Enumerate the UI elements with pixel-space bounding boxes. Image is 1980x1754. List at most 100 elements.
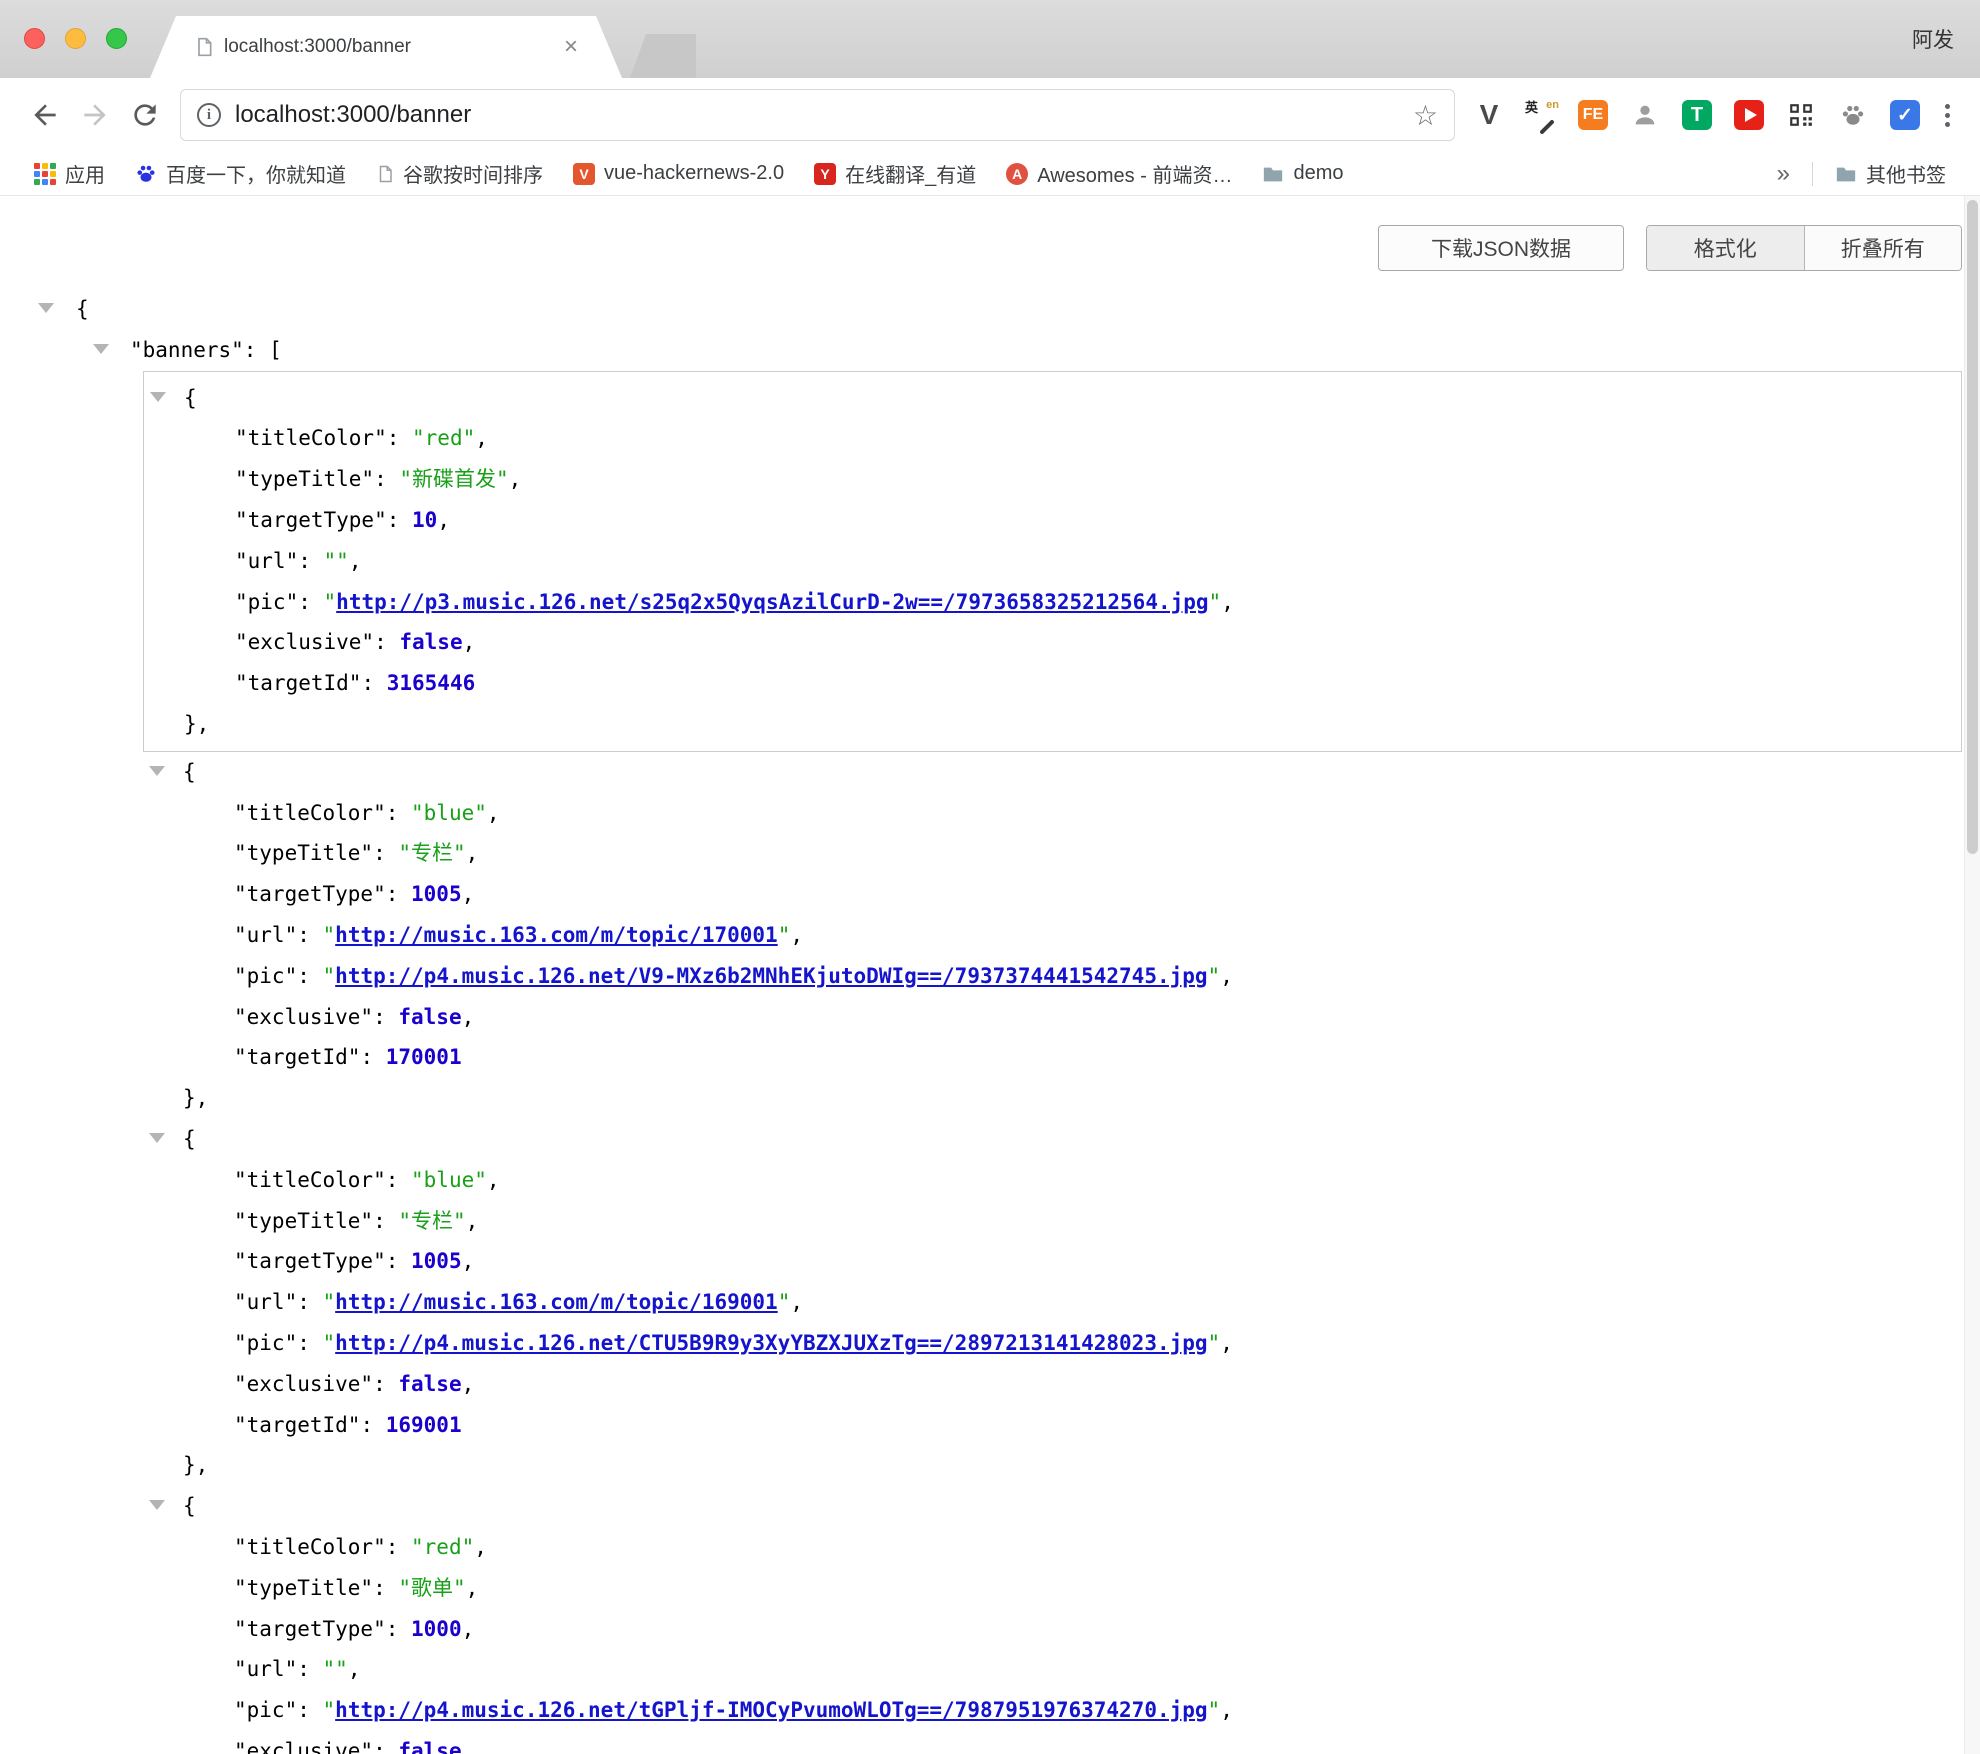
profile-name[interactable]: 阿发: [1912, 24, 1954, 54]
other-bookmarks-folder[interactable]: 其他书签: [1835, 159, 1946, 188]
json-line: "titleColor": "red",: [144, 418, 1961, 459]
browser-window: localhost:3000/banner × 阿发 i localhost:3…: [0, 0, 1980, 1754]
url-text[interactable]: localhost:3000/banner: [235, 101, 471, 129]
json-line: "pic": "http://p4.music.126.net/V9-MXz6b…: [0, 956, 1980, 997]
translate-en-glyph: en: [1546, 99, 1559, 111]
bookmark-star-icon[interactable]: ☆: [1413, 99, 1438, 132]
tab-close-icon[interactable]: ×: [564, 35, 578, 59]
browser-menu-button[interactable]: [1935, 100, 1960, 131]
json-line: "url": "http://music.163.com/m/topic/170…: [0, 915, 1980, 956]
bookmark-item-demo[interactable]: demo: [1262, 162, 1343, 185]
translate-extension-icon[interactable]: 英 en: [1525, 99, 1557, 131]
bookmark-item-awesomes[interactable]: A Awesomes - 前端资…: [1006, 159, 1232, 188]
person-icon: [1631, 101, 1659, 129]
scrollbar-thumb[interactable]: [1967, 200, 1978, 854]
forward-arrow-icon: [79, 99, 111, 131]
bookmarks-overflow-chevron[interactable]: »: [1777, 160, 1790, 188]
json-line: "typeTitle": "专栏",: [0, 833, 1980, 874]
zoom-window-button[interactable]: [106, 28, 127, 49]
bookmarks-bar: 应用 百度一下，你就知道 谷歌按时间排序 V vue-hackernews-2.…: [0, 152, 1980, 196]
collapse-arrow-icon[interactable]: [38, 303, 54, 313]
json-line: "targetType": 1005,: [0, 874, 1980, 915]
json-line: "pic": "http://p3.music.126.net/s25q2x5Q…: [144, 582, 1961, 623]
json-viewer-actions: 下载JSON数据 格式化 折叠所有: [1378, 225, 1962, 271]
json-url-link[interactable]: http://p3.music.126.net/s25q2x5QyqsAzilC…: [336, 590, 1208, 614]
bookmark-item-apps[interactable]: 应用: [34, 159, 105, 188]
json-line: "typeTitle": "专栏",: [0, 1201, 1980, 1242]
page-icon: [376, 163, 394, 185]
json-line: "targetId": 169001: [0, 1405, 1980, 1446]
json-line: "titleColor": "blue",: [0, 1160, 1980, 1201]
json-tree: {"banners": [{"titleColor": "red","typeT…: [0, 289, 1980, 1754]
json-line: "targetType": 1000,: [0, 1609, 1980, 1650]
format-button[interactable]: 格式化: [1647, 226, 1804, 270]
vue-icon: V: [573, 163, 595, 185]
download-json-button[interactable]: 下载JSON数据: [1378, 225, 1624, 271]
collapse-all-button[interactable]: 折叠所有: [1804, 226, 1962, 270]
json-line: "typeTitle": "歌单",: [0, 1568, 1980, 1609]
baidu-paw-icon: [135, 163, 157, 185]
tab-title: localhost:3000/banner: [224, 36, 556, 58]
bookmark-item-google-sort[interactable]: 谷歌按时间排序: [376, 159, 543, 188]
awesomes-icon: A: [1006, 163, 1028, 185]
video-extension-icon[interactable]: [1734, 100, 1764, 130]
json-line: },: [144, 704, 1961, 745]
bookmark-label: 谷歌按时间排序: [403, 159, 543, 188]
page-content: 下载JSON数据 格式化 折叠所有 {"banners": [{"titleCo…: [0, 196, 1980, 1754]
json-line: "targetType": 10,: [144, 500, 1961, 541]
json-line: "url": "http://music.163.com/m/topic/169…: [0, 1282, 1980, 1323]
play-icon: [1745, 108, 1757, 122]
json-line: "pic": "http://p4.music.126.net/tGPljf-I…: [0, 1690, 1980, 1731]
reload-button[interactable]: [120, 90, 170, 140]
security-extension-icon[interactable]: ✓: [1890, 100, 1920, 130]
bookmark-label: vue-hackernews-2.0: [604, 162, 784, 185]
close-window-button[interactable]: [24, 28, 45, 49]
json-line: "exclusive": false,: [144, 622, 1961, 663]
collapse-arrow-icon[interactable]: [149, 766, 165, 776]
json-url-link[interactable]: http://music.163.com/m/topic/169001: [335, 1290, 778, 1314]
vue-devtools-icon[interactable]: V: [1473, 99, 1505, 131]
json-url-link[interactable]: http://p4.music.126.net/CTU5B9R9y3XyYBZX…: [335, 1331, 1207, 1355]
proxy-extension-icon[interactable]: [1629, 99, 1661, 131]
json-line: "url": "",: [0, 1649, 1980, 1690]
json-url-link[interactable]: http://p4.music.126.net/V9-MXz6b2MNhEKju…: [335, 964, 1207, 988]
extension-icons: V 英 en FE T: [1473, 99, 1921, 131]
collapse-arrow-icon[interactable]: [150, 392, 166, 402]
site-info-icon[interactable]: i: [197, 103, 221, 127]
divider: [1812, 162, 1813, 186]
json-line: "exclusive": false,: [0, 1364, 1980, 1405]
minimize-window-button[interactable]: [65, 28, 86, 49]
format-collapse-button-group: 格式化 折叠所有: [1646, 225, 1962, 271]
back-arrow-icon: [29, 99, 61, 131]
collapse-arrow-icon[interactable]: [149, 1133, 165, 1143]
bookmark-item-baidu[interactable]: 百度一下，你就知道: [135, 159, 346, 188]
json-url-link[interactable]: http://p4.music.126.net/tGPljf-IMOCyPvum…: [335, 1698, 1207, 1722]
json-line: {: [0, 1119, 1980, 1160]
translate-cn-glyph: 英: [1525, 97, 1538, 116]
bookmark-label: 其他书签: [1866, 159, 1946, 188]
paw-extension-icon[interactable]: [1837, 99, 1869, 131]
bookmark-item-youdao[interactable]: Y 在线翻译_有道: [814, 159, 976, 188]
json-line: "exclusive": false: [0, 1731, 1980, 1754]
collapse-arrow-icon[interactable]: [93, 344, 109, 354]
tampermonkey-extension-icon[interactable]: T: [1682, 100, 1712, 130]
json-line: {: [0, 752, 1980, 793]
bookmark-item-vue-hackernews[interactable]: V vue-hackernews-2.0: [573, 162, 784, 185]
address-bar[interactable]: i localhost:3000/banner ☆: [180, 89, 1455, 141]
fe-extension-icon[interactable]: FE: [1578, 100, 1608, 130]
back-button[interactable]: [20, 90, 70, 140]
collapse-arrow-icon[interactable]: [149, 1500, 165, 1510]
json-line: "targetId": 3165446: [144, 663, 1961, 704]
forward-button[interactable]: [70, 90, 120, 140]
json-line: "url": "",: [144, 541, 1961, 582]
json-line: {: [0, 289, 1980, 330]
browser-tab[interactable]: localhost:3000/banner ×: [150, 16, 622, 78]
qrcode-extension-icon[interactable]: [1785, 99, 1817, 131]
json-url-link[interactable]: http://music.163.com/m/topic/170001: [335, 923, 778, 947]
json-line: "titleColor": "blue",: [0, 793, 1980, 834]
titlebar: localhost:3000/banner × 阿发: [0, 0, 1980, 78]
folder-icon: [1262, 163, 1284, 185]
bookmark-label: 百度一下，你就知道: [166, 159, 346, 188]
vertical-scrollbar[interactable]: [1964, 196, 1980, 1754]
new-tab-button[interactable]: [630, 34, 696, 78]
